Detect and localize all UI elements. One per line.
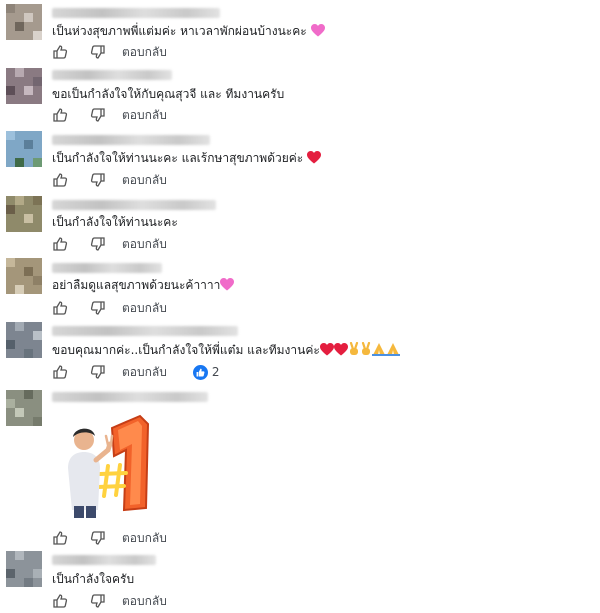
author-name[interactable]	[52, 555, 156, 565]
comment-text: เป็นกำลังใจให้ท่านนะคะ แลเร้กษาสุขภาพด้ว…	[52, 150, 322, 168]
avatar[interactable]	[6, 4, 42, 40]
red-heart-icon	[307, 151, 322, 168]
avatar[interactable]	[6, 322, 42, 358]
avatar[interactable]	[6, 68, 42, 104]
like-icon[interactable]	[52, 530, 68, 546]
victory-hand-icon	[348, 341, 360, 360]
dislike-icon[interactable]	[90, 593, 106, 609]
dislike-icon[interactable]	[90, 44, 106, 60]
reaction-count: 2	[211, 365, 220, 379]
author-name[interactable]	[52, 263, 162, 273]
like-icon[interactable]	[52, 236, 68, 252]
pink-heart-icon	[310, 24, 325, 41]
comment-text: เป็นกำลังใจครับ	[52, 572, 135, 586]
like-icon[interactable]	[52, 44, 68, 60]
author-name[interactable]	[52, 326, 238, 336]
avatar[interactable]	[6, 551, 42, 587]
like-icon[interactable]	[52, 364, 68, 380]
reply-button[interactable]: ตอบกลับ	[122, 529, 167, 548]
author-name[interactable]	[52, 70, 172, 80]
comment-text: เป็นห่วงสุขภาพพี่แต่มค่ะ หาเวลาพักผ่อนบ้…	[52, 23, 325, 41]
reply-button[interactable]: ตอบกลับ	[122, 171, 167, 190]
comment-text: ขอเป็นกำลังใจให้กับคุณสุวจี และ ทีมงานคร…	[52, 87, 285, 101]
dislike-icon[interactable]	[90, 236, 106, 252]
dislike-icon[interactable]	[90, 364, 106, 380]
author-name[interactable]	[52, 8, 220, 18]
reply-button[interactable]: ตอบกลับ	[122, 363, 167, 382]
like-reaction-icon	[192, 364, 208, 380]
number-one-sticker	[62, 410, 162, 520]
reaction-summary[interactable]: 2	[192, 364, 220, 380]
like-icon[interactable]	[52, 107, 68, 123]
comment-text: เป็นกำลังใจให้ท่านนะคะ	[52, 215, 178, 229]
dislike-icon[interactable]	[90, 172, 106, 188]
reply-button[interactable]: ตอบกลับ	[122, 592, 167, 611]
comment-text: ขอบคุณมากค่ะ..เป็นกำลังใจให้พี่แต๋ม และท…	[52, 341, 400, 360]
avatar[interactable]	[6, 390, 42, 426]
reply-button[interactable]: ตอบกลับ	[122, 43, 167, 62]
reply-button[interactable]: ตอบกลับ	[122, 106, 167, 125]
dislike-icon[interactable]	[90, 530, 106, 546]
like-icon[interactable]	[52, 300, 68, 316]
avatar[interactable]	[6, 196, 42, 232]
reply-button[interactable]: ตอบกลับ	[122, 235, 167, 254]
dislike-icon[interactable]	[90, 107, 106, 123]
praying-hands-icon	[371, 342, 386, 360]
praying-hands-icon	[385, 342, 400, 360]
dislike-icon[interactable]	[90, 300, 106, 316]
author-name[interactable]	[52, 200, 216, 210]
avatar[interactable]	[6, 131, 42, 167]
avatar[interactable]	[6, 258, 42, 294]
like-icon[interactable]	[52, 593, 68, 609]
author-name[interactable]	[52, 135, 210, 145]
red-heart-icon	[333, 343, 348, 360]
pink-heart-icon	[220, 278, 235, 295]
author-name[interactable]	[52, 392, 208, 402]
victory-hand-icon	[360, 341, 372, 360]
reply-button[interactable]: ตอบกลับ	[122, 299, 167, 318]
comment-text: อย่าลืมดูแลสุขภาพด้วยนะค้าาาา	[52, 277, 235, 295]
like-icon[interactable]	[52, 172, 68, 188]
red-heart-icon	[319, 343, 334, 360]
